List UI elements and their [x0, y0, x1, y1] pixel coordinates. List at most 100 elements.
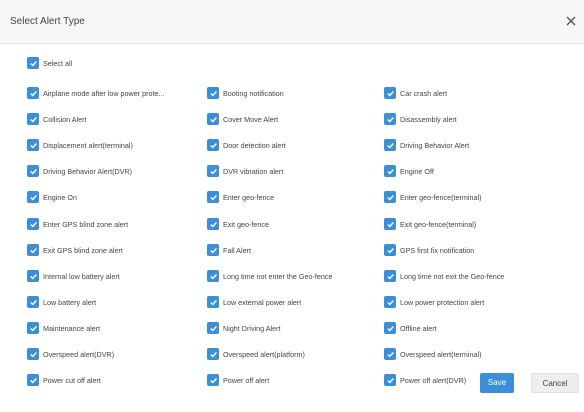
checkbox-checked-icon: [207, 87, 219, 99]
alert-checkbox-label: GPS first fix notification: [400, 245, 475, 255]
alert-checkbox[interactable]: Engine Off: [384, 164, 434, 178]
alert-checkbox-label: Fall Alert: [223, 245, 251, 255]
alert-checkbox-label: Driving Behavior Alert: [400, 140, 470, 150]
alert-checkbox[interactable]: Driving Behavior Alert(DVR): [27, 164, 132, 178]
checkbox-checked-icon: [27, 244, 39, 256]
alert-checkbox-label: Cover Move Alert: [223, 114, 279, 124]
alert-checkbox[interactable]: Disassembly alert: [384, 112, 457, 126]
alert-checkbox-label: Power off alert: [223, 375, 270, 385]
alert-checkbox[interactable]: Long time not exit the Geo-fence: [384, 269, 504, 283]
alert-checkbox-label: Door detection alert: [223, 140, 286, 150]
alert-checkbox-label: Overspeed alert(terminal): [400, 349, 482, 359]
alert-checkbox-label: Long time not enter the Geo-fence: [223, 271, 333, 281]
dialog-header: Select Alert Type: [0, 0, 584, 44]
alert-checkbox[interactable]: Displacement alert(terminal): [27, 138, 133, 152]
alert-checkbox[interactable]: Internal low battery alert: [27, 269, 120, 283]
checkbox-checked-icon: [27, 57, 39, 69]
alert-checkbox[interactable]: Low battery alert: [27, 295, 96, 309]
alert-checkbox[interactable]: Power off alert(DVR): [384, 373, 466, 387]
alert-checkbox[interactable]: Overspeed alert(DVR): [27, 347, 114, 361]
alert-checkbox-label: Car crash alert: [400, 88, 448, 98]
checkbox-checked-icon: [207, 270, 219, 282]
alert-checkbox[interactable]: Booting notification: [207, 86, 284, 100]
checkbox-checked-icon: [207, 218, 219, 230]
checkbox-checked-icon: [207, 139, 219, 151]
alert-checkbox-label: Low power protection alert: [400, 297, 485, 307]
dialog-title: Select Alert Type: [10, 16, 85, 27]
alert-checkbox[interactable]: Night Driving Alert: [207, 321, 281, 335]
alert-checkbox[interactable]: GPS first fix notification: [384, 243, 474, 257]
alert-checkbox-label: Driving Behavior Alert(DVR): [43, 166, 133, 176]
alert-checkbox[interactable]: Cover Move Alert: [207, 112, 278, 126]
checkbox-checked-icon: [207, 244, 219, 256]
checkbox-checked-icon: [207, 296, 219, 308]
checkbox-checked-icon: [27, 348, 39, 360]
save-button[interactable]: Save: [480, 373, 514, 393]
alert-checkbox[interactable]: Driving Behavior Alert: [384, 138, 469, 152]
alert-checkbox[interactable]: Enter geo-fence(terminal): [384, 190, 482, 204]
alert-checkbox-label: Maintenance alert: [43, 323, 101, 333]
alert-checkbox[interactable]: Overspeed alert(terminal): [384, 347, 482, 361]
alert-checkbox[interactable]: Maintenance alert: [27, 321, 100, 335]
alert-checkbox-label: Offline alert: [400, 323, 437, 333]
alert-checkbox-label: Enter GPS blind zone alert: [43, 219, 129, 229]
alert-checkbox-label: Low battery alert: [43, 297, 97, 307]
alert-checkbox[interactable]: Power cut off alert: [27, 373, 101, 387]
alert-checkbox-label: Exit geo-fence: [223, 219, 269, 229]
checkbox-checked-icon: [384, 191, 396, 203]
alert-checkbox[interactable]: Airplane mode after low power prote...: [27, 86, 164, 100]
checkbox-checked-icon: [27, 87, 39, 99]
alert-checkbox[interactable]: Low power protection alert: [384, 295, 484, 309]
checkbox-checked-icon: [27, 139, 39, 151]
alert-checkbox[interactable]: Long time not enter the Geo-fence: [207, 269, 332, 283]
alert-checkbox[interactable]: Engine On: [27, 190, 77, 204]
checkbox-checked-icon: [384, 165, 396, 177]
alert-checkbox-label: Engine On: [43, 192, 77, 202]
alert-checkbox[interactable]: DVR vibration alert: [207, 164, 283, 178]
alert-checkbox-label: Power off alert(DVR): [400, 375, 467, 385]
alert-checkbox[interactable]: Exit geo-fence(terminal): [384, 217, 476, 231]
alert-checkbox[interactable]: Offline alert: [384, 321, 437, 335]
checkbox-checked-icon: [27, 322, 39, 334]
alert-checkbox[interactable]: Collision Alert: [27, 112, 87, 126]
checkbox-checked-icon: [207, 374, 219, 386]
checkbox-checked-icon: [207, 165, 219, 177]
checkbox-checked-icon: [384, 374, 396, 386]
alert-checkbox-label: Collision Alert: [43, 114, 87, 124]
select-all-checkbox[interactable]: Select all: [27, 56, 72, 70]
alert-checkbox-label: Long time not exit the Geo-fence: [400, 271, 505, 281]
cancel-button[interactable]: Cancel: [531, 373, 579, 393]
alert-checkbox-label: Airplane mode after low power prote...: [43, 88, 165, 98]
checkbox-checked-icon: [384, 139, 396, 151]
checkbox-checked-icon: [27, 165, 39, 177]
alert-checkbox[interactable]: Exit GPS blind zone alert: [27, 243, 123, 257]
checkbox-checked-icon: [207, 348, 219, 360]
alert-checkbox-label: Displacement alert(terminal): [43, 140, 133, 150]
alert-checkbox-label: Internal low battery alert: [43, 271, 120, 281]
alert-checkbox[interactable]: Enter GPS blind zone alert: [27, 217, 128, 231]
alert-checkbox-label: Engine Off: [400, 166, 434, 176]
checkbox-checked-icon: [27, 218, 39, 230]
checkbox-checked-icon: [27, 191, 39, 203]
checkbox-checked-icon: [384, 348, 396, 360]
alert-checkbox[interactable]: Door detection alert: [207, 138, 286, 152]
checkbox-checked-icon: [384, 322, 396, 334]
alert-checkbox-label: DVR vibration alert: [223, 166, 284, 176]
alert-checkbox[interactable]: Fall Alert: [207, 243, 251, 257]
alert-checkbox[interactable]: Car crash alert: [384, 86, 447, 100]
alert-checkbox-label: Booting notification: [223, 88, 284, 98]
alert-checkbox-label: Enter geo-fence: [223, 192, 275, 202]
checkbox-checked-icon: [27, 270, 39, 282]
alert-checkbox[interactable]: Overspeed alert(platform): [207, 347, 305, 361]
alert-checkbox[interactable]: Low external power alert: [207, 295, 301, 309]
alert-checkbox-label: Power cut off alert: [43, 375, 101, 385]
alert-checkbox[interactable]: Power off alert: [207, 373, 269, 387]
checkbox-checked-icon: [384, 296, 396, 308]
checkbox-checked-icon: [27, 113, 39, 125]
close-icon[interactable]: [564, 14, 578, 28]
alert-checkbox[interactable]: Exit geo-fence: [207, 217, 269, 231]
checkbox-checked-icon: [384, 113, 396, 125]
alert-checkbox[interactable]: Enter geo-fence: [207, 190, 274, 204]
alert-checkbox-label: Overspeed alert(DVR): [43, 349, 115, 359]
alert-checkbox-label: Enter geo-fence(terminal): [400, 192, 482, 202]
